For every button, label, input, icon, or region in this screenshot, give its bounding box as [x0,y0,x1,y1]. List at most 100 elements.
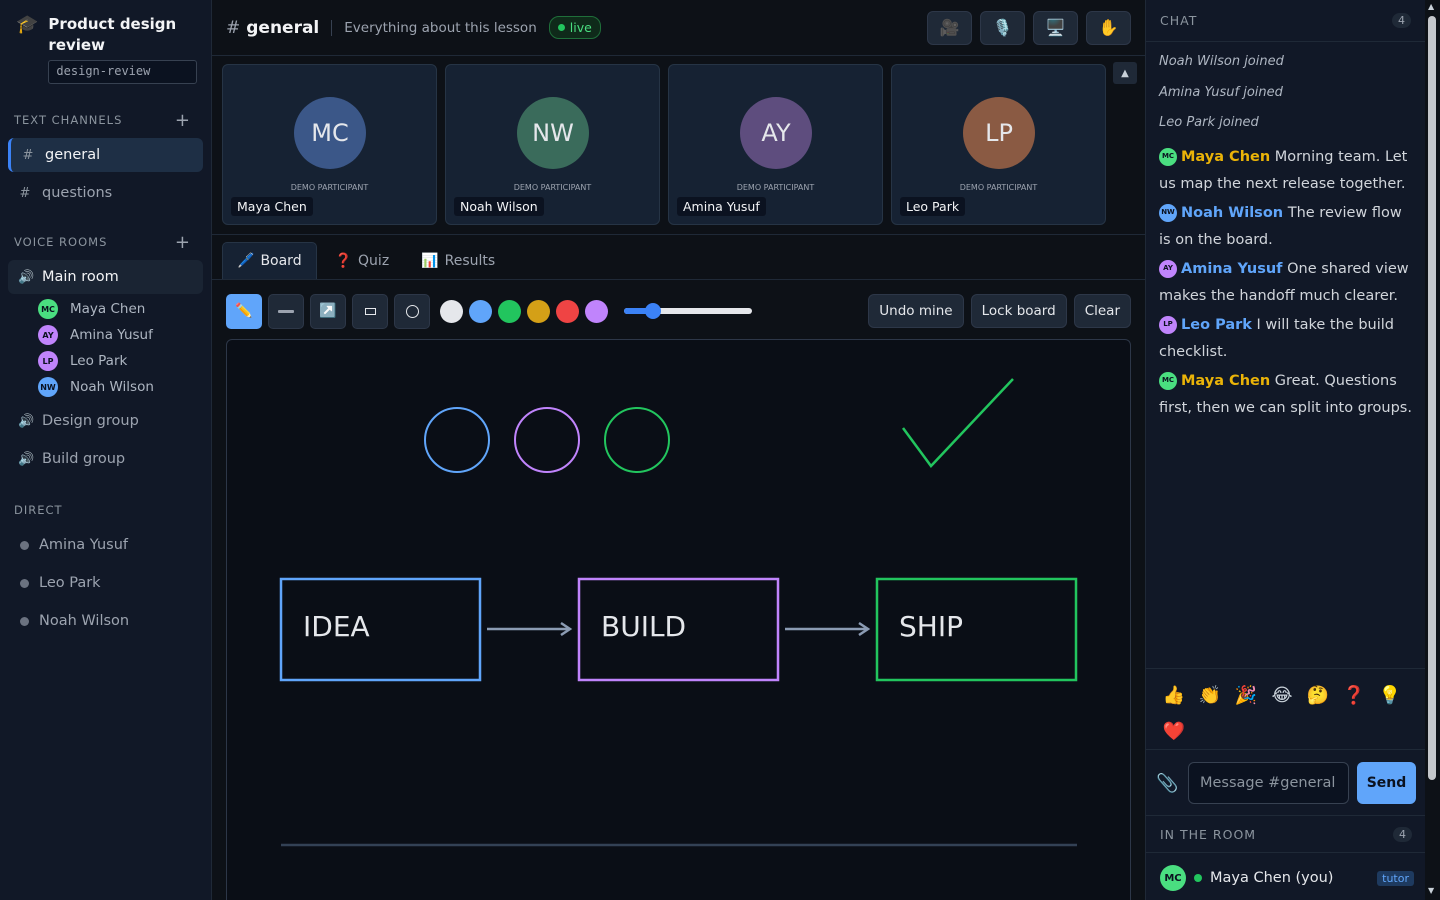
clear-board-button[interactable]: Clear [1073,294,1131,328]
tab-board[interactable]: 🖊️ Board [222,242,317,279]
participant-tile[interactable]: NW DEMO PARTICIPANT Noah Wilson [445,64,660,225]
sidebar-item-label: Main room [42,269,119,285]
hash-icon: # [22,147,34,163]
avatar: LP [38,351,58,371]
sidebar-item-label: general [45,147,101,163]
clap-icon[interactable]: 👏 [1192,677,1228,713]
scroll-down-icon[interactable]: ▼ [1428,886,1434,895]
add-room-icon[interactable]: + [175,232,191,253]
main-area: # general Everything about this lesson li… [212,0,1145,900]
message-author[interactable]: Amina Yusuf [1181,261,1283,277]
sidebar-item-general[interactable]: # general [8,138,203,172]
whiteboard-drawing: IDEA BUILD SHIP [279,378,1078,847]
participant-tile[interactable]: LP DEMO PARTICIPANT Leo Park [891,64,1106,225]
page-scrollbar[interactable]: ▲ ▼ [1425,0,1440,900]
chat-message: MC Maya Chen Morning team. Let us map the… [1159,144,1413,198]
reaction-bar: 👍 👏 🎉 😂 🤔 ❓ 💡 ❤️ [1146,668,1426,750]
arrow-tool-button[interactable]: ↗️ [310,293,346,329]
party-icon[interactable]: 🎉 [1228,677,1264,713]
avatar: LP [963,97,1035,169]
tutor-badge: tutor [1377,870,1414,886]
room-member[interactable]: NW Noah Wilson [0,374,211,400]
message-author[interactable]: Noah Wilson [1181,205,1283,221]
hash-icon: # [226,17,241,38]
tab-results[interactable]: 📊 Results [407,242,509,279]
channel-name: general [246,17,320,38]
direct-item[interactable]: Noah Wilson [0,602,211,640]
lock-board-button[interactable]: Lock board [970,294,1067,328]
question-icon[interactable]: ❓ [1336,677,1372,713]
sidebar-item-design-group[interactable]: 🔊 Design group [8,402,203,440]
room-member-row[interactable]: MC Maya Chen (you) tutor [1160,865,1414,891]
sidebar-item-build-group[interactable]: 🔊 Build group [8,440,203,478]
rectangle-tool-button[interactable] [352,293,388,329]
graduation-cap-icon: 🎓 [16,14,39,35]
brush-size-slider[interactable] [624,303,752,319]
color-swatch-green[interactable] [498,299,521,323]
sidebar-item-questions[interactable]: # questions [8,176,203,210]
color-swatch-white[interactable] [440,299,463,323]
microphone-button[interactable]: 🎙️ [980,10,1025,45]
member-name: Leo Park [70,353,128,369]
section-label: VOICE ROOMS [14,235,108,249]
participant-name: Maya Chen [231,197,313,216]
slider-knob[interactable] [645,303,661,319]
pen-icon: 🖊️ [237,253,255,269]
undo-mine-button[interactable]: Undo mine [868,294,964,328]
rectangle-icon [364,307,376,315]
chat-message: LP Leo Park I will take the build checkli… [1159,312,1413,366]
sidebar-item-main-room[interactable]: 🔊 Main room [8,260,203,294]
thumbs-up-icon[interactable]: 👍 [1156,677,1192,713]
raise-hand-button[interactable]: ✋ [1086,10,1131,45]
screen-share-button[interactable]: 🖥️ [1033,10,1078,45]
thinking-icon[interactable]: 🤔 [1300,677,1336,713]
message-input[interactable] [1188,762,1349,804]
message-author[interactable]: Maya Chen [1181,373,1270,389]
system-message: Leo Park joined [1159,115,1259,130]
laugh-icon[interactable]: 😂 [1264,677,1300,713]
color-swatch-purple[interactable] [585,299,608,323]
monitor-icon: 🖥️ [1045,18,1066,37]
whiteboard-canvas[interactable]: IDEA BUILD SHIP [226,339,1131,900]
color-swatch-yellow[interactable] [527,299,550,323]
question-icon: ❓ [334,252,353,269]
direct-item[interactable]: Leo Park [0,564,211,602]
workspace-slug[interactable]: design-review [48,60,198,84]
tab-label: Quiz [358,252,390,269]
scroll-up-icon[interactable]: ▲ [1428,2,1434,11]
room-member[interactable]: AY Amina Yusuf [0,322,211,348]
room-count-badge: 4 [1393,826,1412,842]
ellipse-tool-button[interactable] [394,293,430,329]
collapse-tiles-button[interactable]: ▲ [1113,62,1137,84]
line-tool-button[interactable] [268,293,304,329]
avatar: AY [38,325,58,345]
color-swatch-red[interactable] [556,299,579,323]
room-member[interactable]: MC Maya Chen [0,296,211,322]
add-channel-icon[interactable]: + [175,110,191,131]
chat-message: AY Amina Yusuf One shared view makes the … [1159,256,1413,310]
system-message: Amina Yusuf joined [1159,84,1283,100]
paperclip-icon[interactable]: 📎 [1156,773,1180,794]
pen-tool-button[interactable]: ✏️ [226,293,262,329]
scrollbar-thumb[interactable] [1428,16,1436,780]
participant-tile[interactable]: MC DEMO PARTICIPANT Maya Chen [222,64,437,225]
message-author[interactable]: Maya Chen [1181,149,1270,165]
lightbulb-icon[interactable]: 💡 [1372,677,1408,713]
box-label: IDEA [303,610,370,643]
chat-count-badge: 4 [1392,13,1411,28]
avatar: MC [294,97,366,169]
chat-message: MC Maya Chen Great. Questions first, then… [1159,368,1413,422]
sidebar: 🎓 Product design review design-review TE… [0,0,212,900]
room-member[interactable]: LP Leo Park [0,348,211,374]
color-swatch-blue[interactable] [469,299,492,323]
participant-tile[interactable]: AY DEMO PARTICIPANT Amina Yusuf [668,64,883,225]
direct-item[interactable]: Amina Yusuf [0,526,211,564]
tab-quiz[interactable]: ❓ Quiz [321,242,404,279]
heart-icon[interactable]: ❤️ [1156,713,1192,749]
message-author[interactable]: Leo Park [1181,317,1252,333]
microphone-icon: 🎙️ [992,18,1013,37]
chat-title: CHAT [1160,13,1198,28]
avatar: MC [1159,371,1177,390]
camera-button[interactable]: 🎥 [927,10,972,45]
send-button[interactable]: Send [1357,762,1416,804]
